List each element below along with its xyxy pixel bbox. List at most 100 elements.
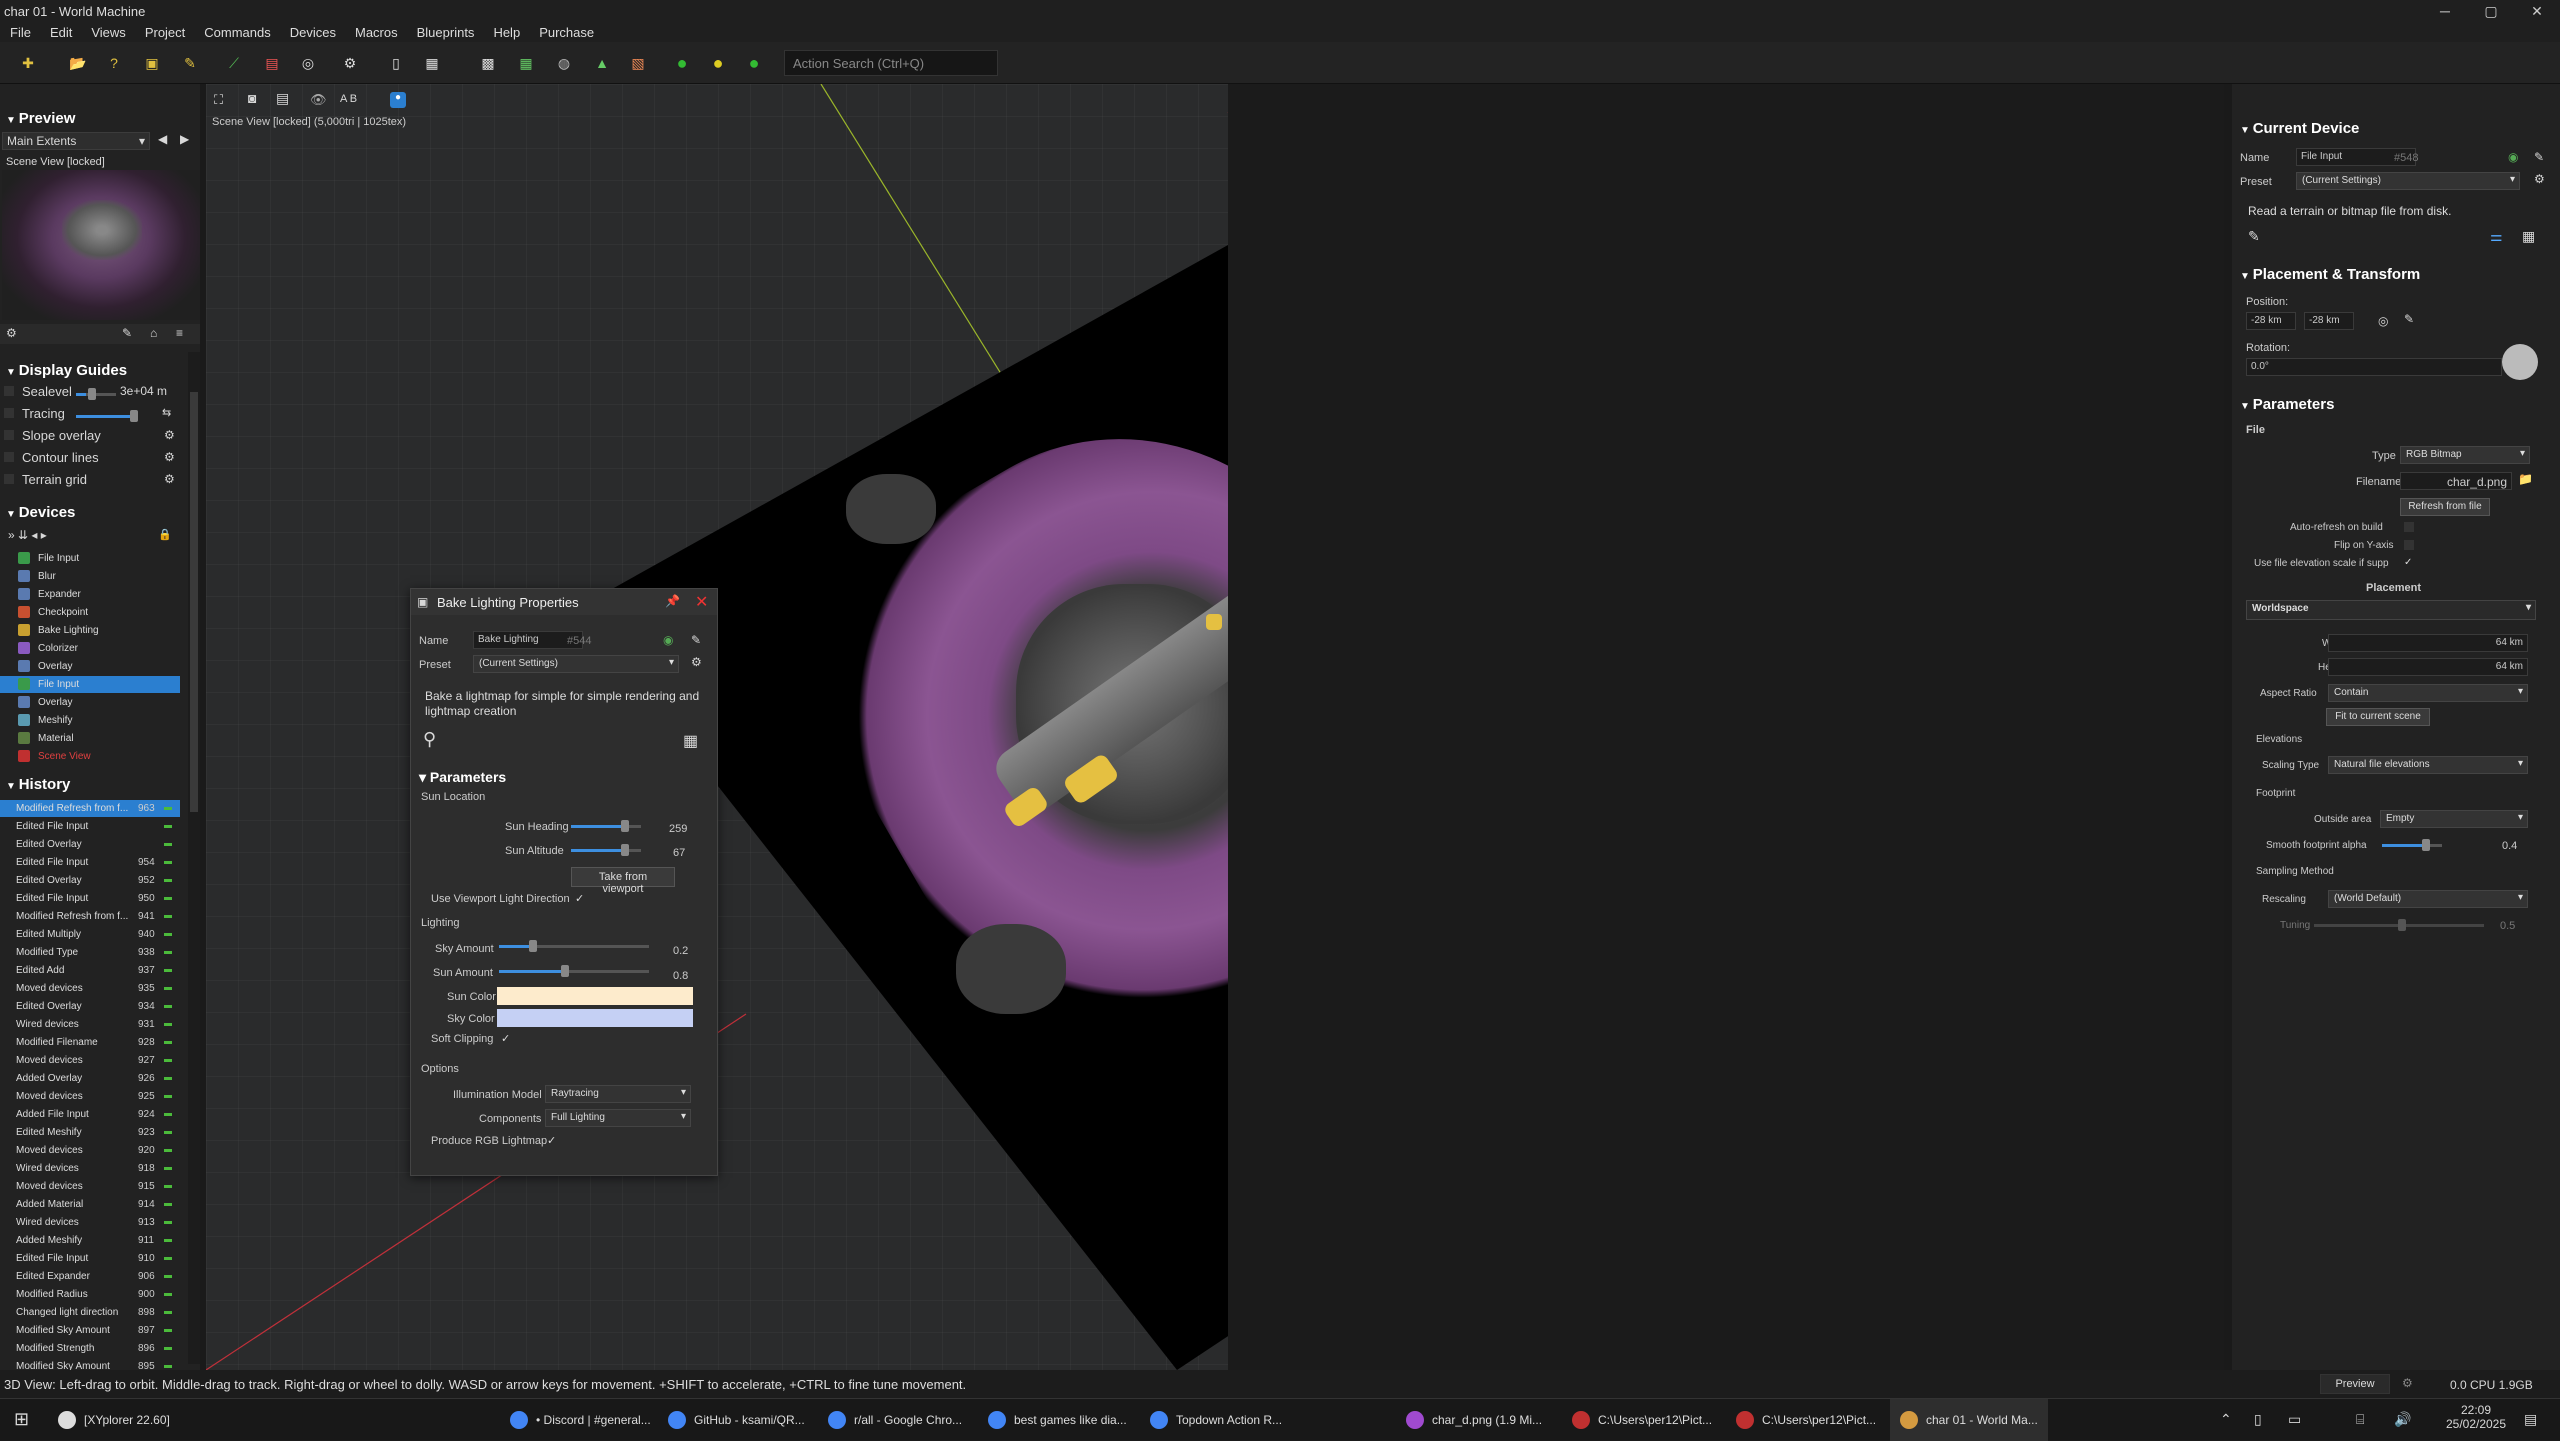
panel-icon[interactable]: ▯	[384, 51, 408, 75]
cd-sliders-icon[interactable]: ⚌	[2490, 228, 2503, 245]
taskbar-item[interactable]: Topdown Action R...	[1150, 1399, 1282, 1441]
yellow-ball-icon[interactable]: ●	[706, 51, 730, 75]
extents-select[interactable]: Main Extents ▾	[2, 132, 150, 150]
sun-color-swatch[interactable]	[497, 987, 693, 1005]
cd-preset-gear-icon[interactable]: ⚙	[2534, 172, 2545, 186]
camera-icon[interactable]: ◙	[248, 90, 256, 106]
network-icon[interactable]: ⌸	[2356, 1411, 2364, 1428]
dialog-grid-icon[interactable]: ▦	[683, 731, 698, 751]
sky-amount-slider[interactable]	[499, 940, 649, 952]
history-item[interactable]: Moved devices 927	[0, 1052, 180, 1069]
menu-views[interactable]: Views	[81, 25, 134, 40]
dialog-close-icon[interactable]: ✕	[695, 592, 708, 612]
slope-gear-icon[interactable]: ⚙	[164, 428, 175, 442]
device-item[interactable]: Material	[0, 730, 180, 747]
device-item[interactable]: File Input	[0, 550, 180, 567]
layers-icon[interactable]: ▤	[276, 90, 289, 107]
width-input[interactable]: 64 km	[2328, 634, 2528, 652]
grid-icon[interactable]: ▦	[514, 51, 538, 75]
history-item[interactable]: Modified Refresh from f... 963	[0, 800, 180, 817]
soft-clipping-checkbox[interactable]: ✓	[501, 1032, 510, 1045]
history-item[interactable]: Modified Radius 900	[0, 1286, 180, 1303]
eye-icon[interactable]: 👁	[310, 92, 327, 108]
rotation-dial[interactable]	[2502, 344, 2538, 380]
sun-altitude-value[interactable]: 67	[673, 847, 685, 859]
pick-position-icon[interactable]: ✎	[2404, 312, 2414, 326]
grid-gear-icon[interactable]: ⚙	[164, 472, 175, 486]
tracing-checkbox[interactable]	[4, 408, 14, 418]
dialog-pin-icon[interactable]: 📌	[665, 594, 680, 608]
splitter-left[interactable]	[200, 84, 206, 1370]
history-item[interactable]: Edited Expander 906	[0, 1268, 180, 1285]
taskbar-item[interactable]: C:\Users\per12\Pict...	[1572, 1399, 1712, 1441]
ab-compare-button[interactable]: A B	[340, 93, 357, 105]
history-item[interactable]: Edited File Input	[0, 818, 180, 835]
menu-file[interactable]: File	[0, 25, 40, 40]
dialog-edit-icon[interactable]: ✎	[691, 633, 701, 647]
sun-heading-slider[interactable]	[571, 820, 641, 832]
splitter-right[interactable]	[2224, 84, 2232, 1370]
history-item[interactable]: Added File Input 924	[0, 1106, 180, 1123]
windows-start-icon[interactable]: ⊞	[14, 1409, 29, 1430]
refresh-from-file-button[interactable]: Refresh from file	[2400, 498, 2490, 516]
menu-purchase[interactable]: Purchase	[529, 25, 603, 40]
sky-amount-value[interactable]: 0.2	[673, 945, 688, 957]
position-x-input[interactable]: -28 km	[2246, 312, 2296, 330]
taskbar-item[interactable]: char_d.png (1.9 Mi...	[1406, 1399, 1542, 1441]
prev-arrow-icon[interactable]: ◀	[158, 132, 167, 146]
dialog-params-heading[interactable]: ▾ Parameters	[419, 769, 506, 786]
graph-icon[interactable]: ⟋	[222, 51, 246, 75]
expand-all-icon[interactable]: » ⇊ ◂ ▸	[8, 528, 47, 542]
history-item[interactable]: Modified Sky Amount 897	[0, 1322, 180, 1339]
terrain-grid-checkbox[interactable]	[4, 474, 14, 484]
browse-file-icon[interactable]: 📁	[2518, 472, 2533, 486]
device-item[interactable]: Overlay	[0, 694, 180, 711]
fit-to-scene-button[interactable]: Fit to current scene	[2326, 708, 2430, 726]
history-item[interactable]: Modified Type 938	[0, 944, 180, 961]
tray-icon-1[interactable]: ▯	[2254, 1411, 2262, 1428]
device-item[interactable]: Checkpoint	[0, 604, 180, 621]
history-item[interactable]: Edited File Input 950	[0, 890, 180, 907]
contour-checkbox[interactable]	[4, 452, 14, 462]
tracing-slider[interactable]	[76, 410, 138, 422]
history-item[interactable]: Added Meshify 911	[0, 1232, 180, 1249]
sky-color-swatch[interactable]	[497, 1009, 693, 1027]
history-item[interactable]: Moved devices 935	[0, 980, 180, 997]
history-item[interactable]: Moved devices 920	[0, 1142, 180, 1159]
history-item[interactable]: Edited Overlay 952	[0, 872, 180, 889]
history-item[interactable]: Modified Refresh from f... 941	[0, 908, 180, 925]
dialog-preset-gear-icon[interactable]: ⚙	[691, 655, 702, 669]
history-item[interactable]: Added Material 914	[0, 1196, 180, 1213]
layout-icon[interactable]: ▦	[420, 51, 444, 75]
menu-project[interactable]: Project	[135, 25, 194, 40]
position-y-input[interactable]: -28 km	[2304, 312, 2354, 330]
action-search-input[interactable]: Action Search (Ctrl+Q)	[784, 50, 998, 76]
settings-icon[interactable]: ⚙	[338, 51, 362, 75]
target-icon[interactable]: ◎	[296, 51, 320, 75]
tuning-value[interactable]: 0.5	[2500, 920, 2515, 932]
device-item[interactable]: Expander	[0, 586, 180, 603]
left-scrollbar[interactable]	[188, 352, 200, 1364]
cd-edit-desc-icon[interactable]: ✎	[2248, 228, 2260, 245]
history-item[interactable]: Modified Filename 928	[0, 1034, 180, 1051]
placement-transform-heading[interactable]: Placement & Transform	[2240, 266, 2421, 283]
maximize-button[interactable]: ▢	[2468, 0, 2514, 22]
tool2-icon[interactable]: ≡	[176, 326, 183, 340]
dialog-search-icon[interactable]: ⚲	[423, 729, 436, 750]
open-folder-icon[interactable]: 📂	[66, 51, 90, 75]
device-item[interactable]: Overlay	[0, 658, 180, 675]
sealevel-checkbox[interactable]	[4, 386, 14, 396]
display-guides-heading[interactable]: Display Guides	[6, 362, 127, 379]
history-item[interactable]: Edited Overlay 934	[0, 998, 180, 1015]
tracing-settings-icon[interactable]: ⇆	[162, 406, 171, 419]
slope-checkbox[interactable]	[4, 430, 14, 440]
tray-icon-2[interactable]: ▭	[2288, 1411, 2301, 1428]
green-ball-icon[interactable]: ●	[670, 51, 694, 75]
cd-preset-select[interactable]: (Current Settings)	[2296, 172, 2520, 190]
build-ball-icon[interactable]: ●	[742, 51, 766, 75]
dialog-status-icon[interactable]: ◉	[663, 633, 673, 647]
history-item[interactable]: Wired devices 913	[0, 1214, 180, 1231]
cd-parameters-heading[interactable]: Parameters	[2240, 396, 2335, 413]
clock[interactable]: 22:09 25/02/2025	[2436, 1403, 2516, 1431]
taskbar-item[interactable]: char 01 - World Ma...	[1890, 1399, 2048, 1441]
